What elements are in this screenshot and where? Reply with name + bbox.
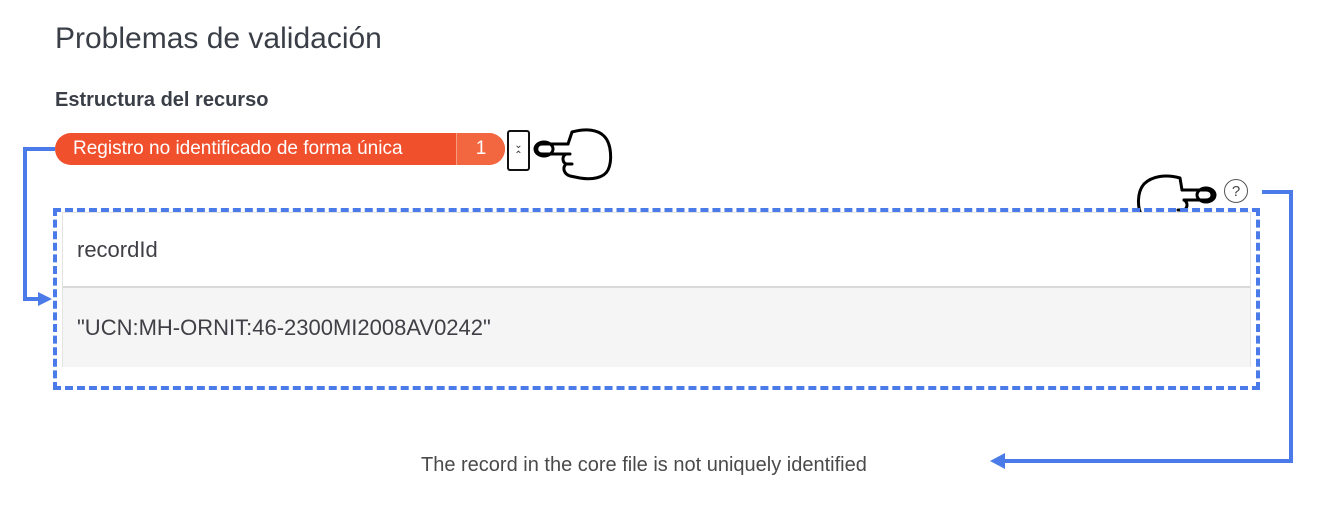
left-connector-arrow <box>23 147 55 301</box>
right-connector-arrow <box>1005 190 1293 463</box>
left-arrowhead <box>38 292 52 306</box>
annotation-arrows <box>23 147 1293 469</box>
right-arrowhead <box>990 453 1005 469</box>
